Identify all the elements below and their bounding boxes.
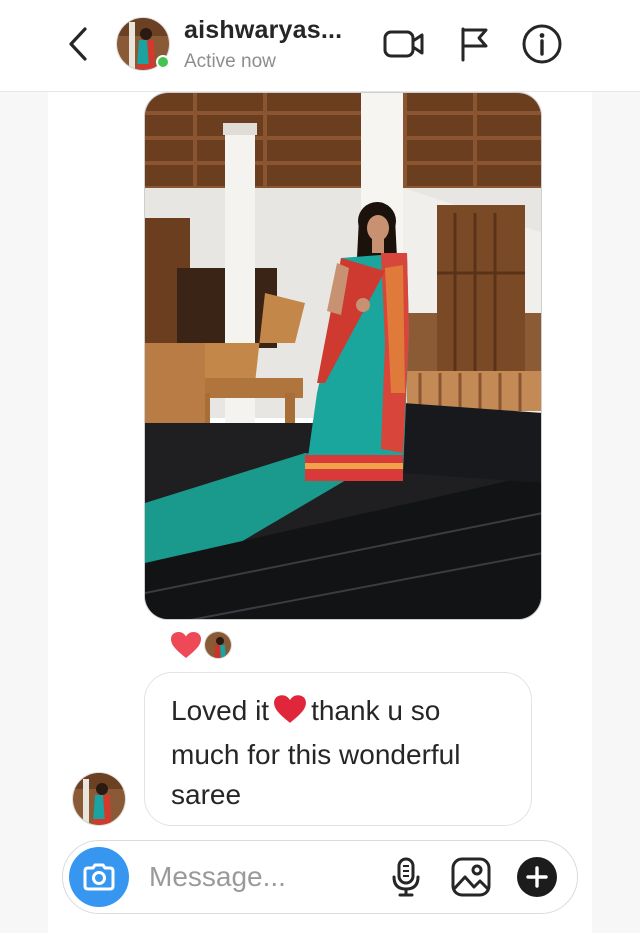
flag-icon	[461, 27, 488, 62]
red-heart-icon	[171, 632, 201, 658]
right-margin	[592, 0, 640, 933]
message-input[interactable]	[149, 857, 369, 897]
report-button[interactable]	[452, 22, 496, 66]
back-button[interactable]	[62, 24, 94, 64]
chat-header: aishwaryas... Active now	[0, 0, 640, 92]
chevron-left-icon	[69, 27, 87, 61]
info-icon	[522, 24, 562, 64]
details-button[interactable]	[520, 22, 564, 66]
more-actions-button[interactable]	[514, 854, 560, 900]
message-bubble[interactable]: Loved it thank u so much for this wonderf…	[144, 672, 532, 826]
active-status: Active now	[184, 51, 276, 72]
gallery-button[interactable]	[448, 854, 494, 900]
image-icon	[451, 857, 491, 897]
plus-circle-icon	[517, 857, 557, 897]
contact-username: aishwaryas...	[184, 16, 343, 44]
shared-photo[interactable]	[144, 92, 542, 620]
contact-avatar[interactable]	[116, 17, 170, 71]
reactor-avatar	[204, 631, 232, 659]
online-indicator	[156, 55, 170, 69]
left-margin	[0, 0, 48, 933]
message-reactions[interactable]	[170, 628, 232, 662]
video-camera-icon	[383, 30, 424, 58]
video-call-button[interactable]	[382, 22, 426, 66]
camera-icon	[83, 863, 115, 891]
camera-button[interactable]	[69, 847, 129, 907]
message-composer	[62, 840, 578, 914]
microphone-icon	[392, 857, 420, 897]
voice-message-button[interactable]	[383, 854, 429, 900]
red-heart-icon	[273, 694, 307, 735]
contact-info[interactable]: aishwaryas... Active now	[184, 16, 374, 73]
message-text-start: Loved it	[171, 695, 270, 726]
sender-avatar[interactable]	[72, 772, 126, 826]
